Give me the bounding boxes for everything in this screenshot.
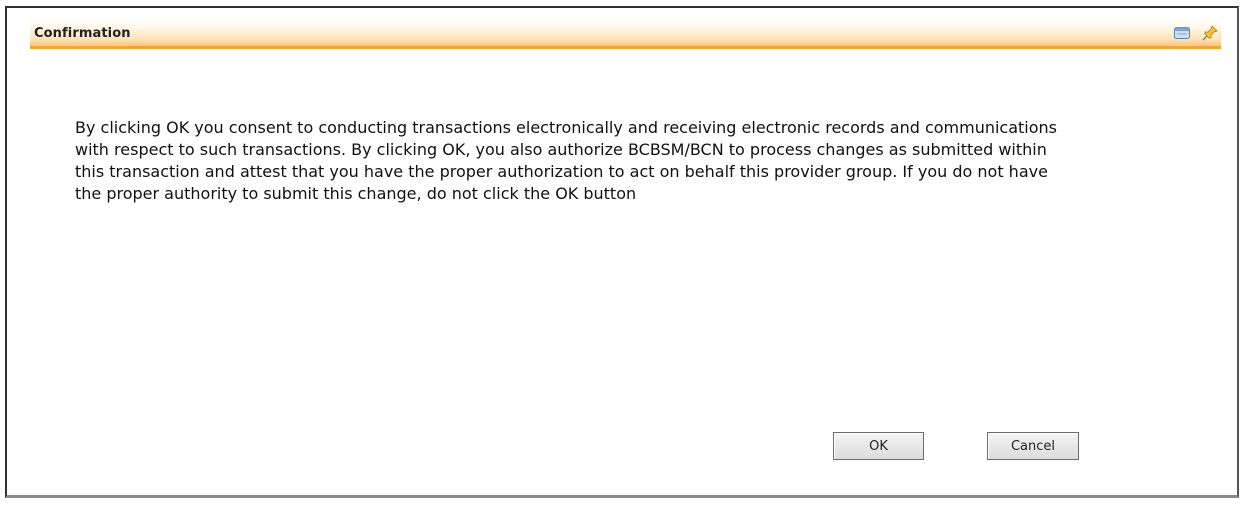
dialog-title: Confirmation — [34, 26, 131, 41]
ok-button[interactable]: OK — [833, 432, 924, 460]
cancel-button[interactable]: Cancel — [987, 432, 1079, 460]
confirmation-dialog — [5, 6, 1239, 498]
dialog-header: Confirmation — [30, 19, 1221, 49]
pin-icon[interactable] — [1201, 24, 1219, 42]
header-icon-group — [1163, 24, 1219, 42]
consent-message: By clicking OK you consent to conducting… — [75, 118, 1058, 203]
window-icon[interactable] — [1173, 24, 1191, 42]
